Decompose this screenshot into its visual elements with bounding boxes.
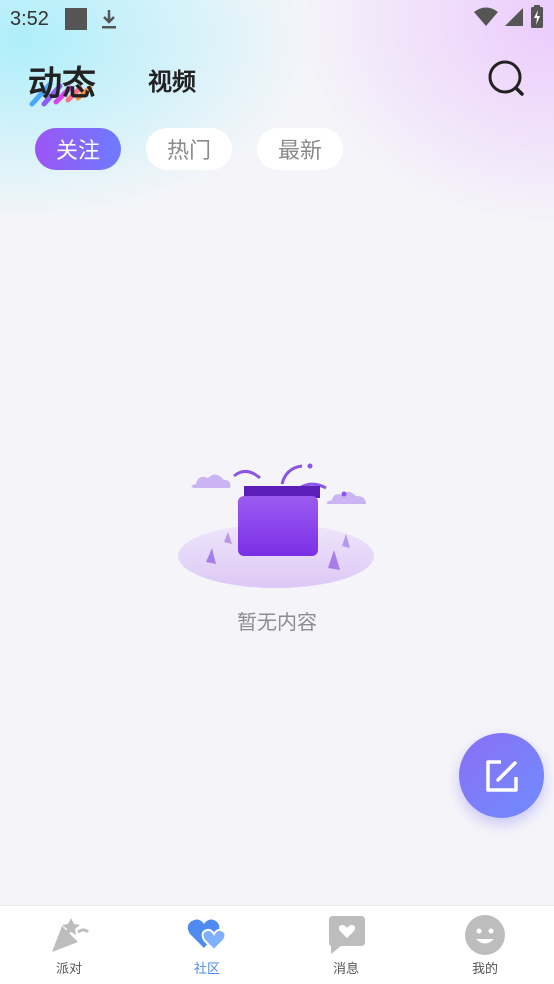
tab-mine[interactable]: 我的 [416, 906, 554, 984]
wifi-icon [474, 7, 498, 32]
empty-state-text: 暂无内容 [237, 610, 317, 634]
empty-state: 暂无内容 [0, 460, 554, 660]
compose-button[interactable] [459, 733, 544, 818]
tab-title-video[interactable]: 视频 [148, 62, 196, 97]
tab-label: 我的 [471, 962, 498, 977]
notification-square-icon [64, 8, 87, 30]
tab-messages[interactable]: 消息 [277, 906, 415, 984]
tab-party[interactable]: 派对 [0, 906, 138, 984]
smiley-face-icon [464, 914, 506, 956]
chip-hot[interactable]: 热门 [146, 128, 232, 170]
download-icon [99, 7, 119, 31]
header: 动态 视频 [0, 48, 554, 112]
status-time: 3:52 [10, 7, 49, 30]
tab-label: 派对 [55, 962, 82, 977]
status-bar: 3:52 [0, 0, 554, 38]
filter-chips: 关注 热门 最新 [0, 128, 554, 172]
signal-icon [504, 7, 524, 32]
heart-community-icon [186, 914, 228, 956]
empty-box-illustration [178, 463, 374, 588]
battery-icon [530, 4, 544, 34]
search-icon[interactable] [486, 58, 526, 98]
tab-label: 消息 [332, 962, 359, 977]
edit-icon [485, 759, 518, 792]
message-heart-icon [325, 914, 367, 956]
tab-label: 社区 [193, 962, 220, 977]
tab-community[interactable]: 社区 [138, 906, 276, 984]
chip-latest[interactable]: 最新 [257, 128, 343, 170]
tab-title-dynamics[interactable]: 动态 [28, 56, 96, 105]
bottom-tab-bar: 派对 社区 消息 我的 [0, 905, 554, 984]
party-popper-icon [48, 914, 90, 956]
chip-follow[interactable]: 关注 [35, 128, 121, 170]
